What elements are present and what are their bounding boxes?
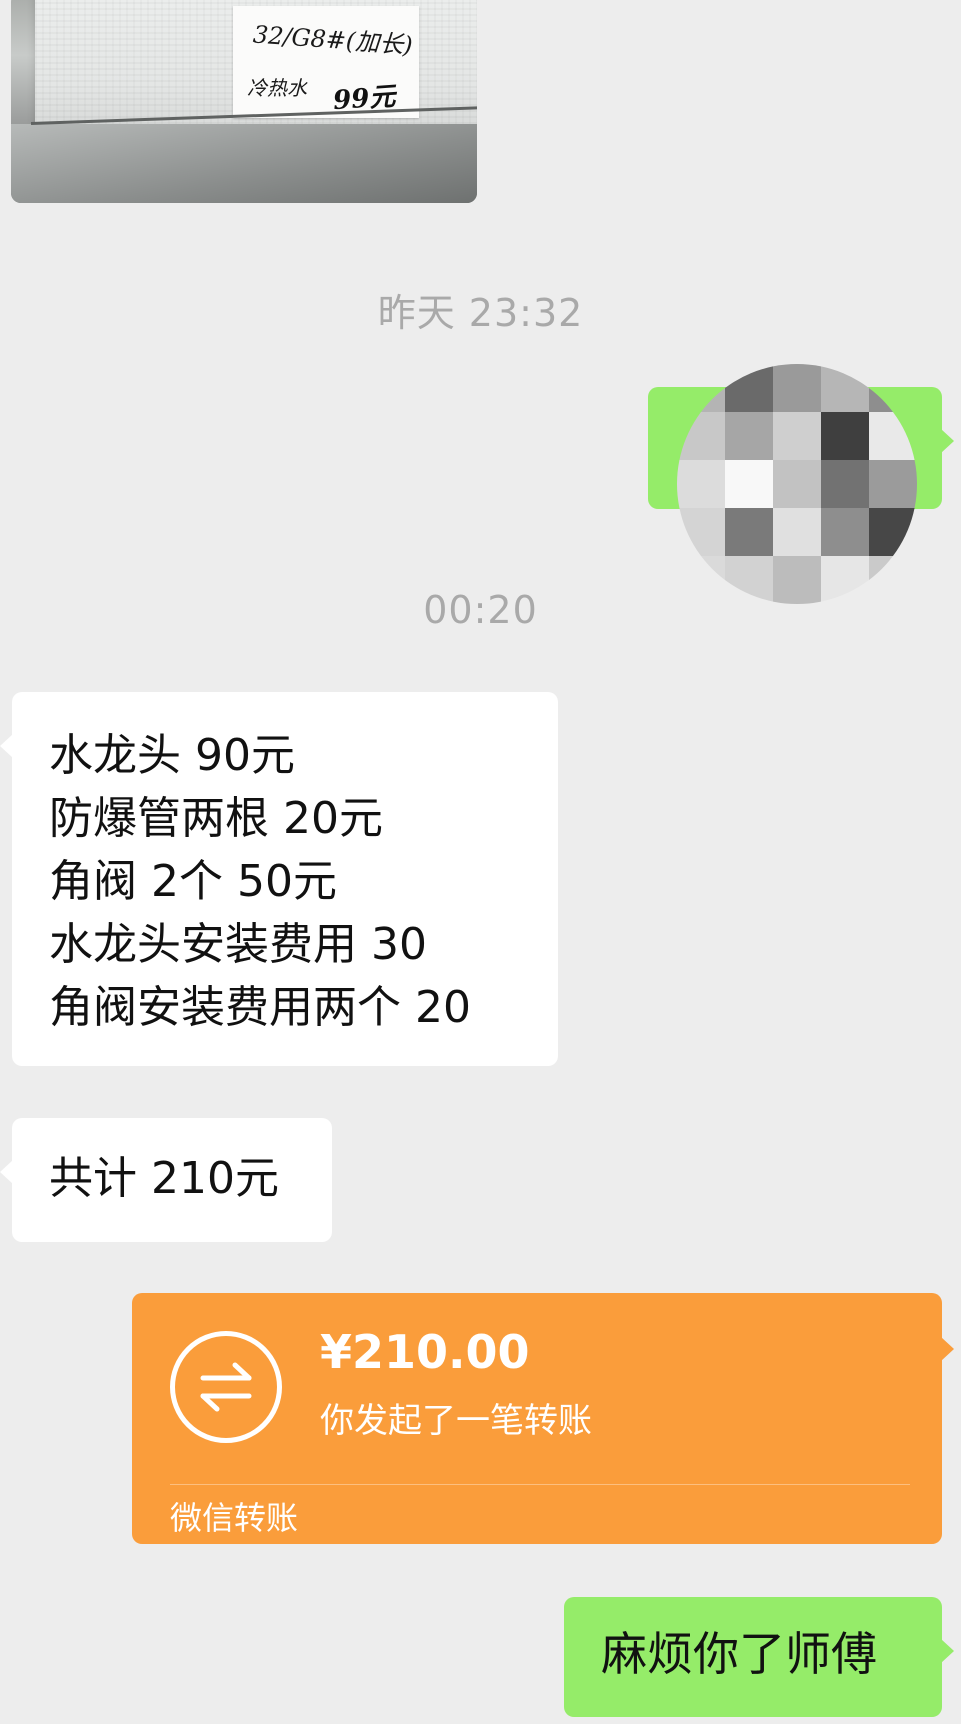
- avatar-mosaic-cell: [869, 460, 917, 508]
- blurred-avatar: [677, 364, 917, 604]
- avatar-mosaic-cell: [725, 460, 773, 508]
- timestamp: 00:20: [423, 588, 538, 632]
- avatar-mosaic-cell: [773, 412, 821, 460]
- transfer-footer-label: 微信转账: [170, 1499, 299, 1537]
- transfer-description: 你发起了一笔转账: [320, 1401, 592, 1441]
- avatar-mosaic-cell: [677, 460, 725, 508]
- message-line: 水龙头 90元: [49, 730, 295, 781]
- avatar-mosaic-cell: [869, 508, 917, 556]
- transfer-card[interactable]: ¥210.00 你发起了一笔转账 微信转账: [132, 1293, 954, 1544]
- avatar-mosaic-cell: [773, 364, 821, 412]
- avatar-mosaic-cell: [821, 508, 869, 556]
- avatar-mosaic-cell: [725, 412, 773, 460]
- avatar-mosaic-cell: [821, 412, 869, 460]
- transfer-amount: ¥210.00: [320, 1325, 530, 1379]
- avatar-mosaic-cell: [725, 508, 773, 556]
- message-line: 水龙头安装费用 30: [49, 919, 427, 970]
- photo-message[interactable]: 32/G8#(加长) 冷热水 99元: [11, 0, 477, 203]
- avatar-mosaic-cell: [677, 508, 725, 556]
- chat-screen: 32/G8#(加长) 冷热水 99元 昨天 23:32 00:20 水龙头 90…: [0, 0, 961, 1724]
- shelf: [11, 124, 477, 203]
- avatar-mosaic-cell: [773, 508, 821, 556]
- product-box: 32/G8#(加长) 冷热水 99元: [35, 0, 477, 124]
- avatar-mosaic-cell: [821, 364, 869, 412]
- sent-message-bubble[interactable]: 麻烦你了师傅: [564, 1597, 954, 1717]
- avatar-mosaic-cell: [725, 364, 773, 412]
- received-message-bubble[interactable]: 共计 210元: [0, 1118, 332, 1242]
- message-line: 防爆管两根 20元: [49, 793, 383, 844]
- message-line: 角阀 2个 50元: [49, 856, 337, 907]
- message-line: 角阀安装费用两个 20: [49, 982, 471, 1033]
- received-message-bubble[interactable]: 水龙头 90元 防爆管两根 20元 角阀 2个 50元 水龙头安装费用 30 角…: [0, 692, 558, 1066]
- label-type-text: 冷热水: [247, 76, 307, 100]
- transfer-arrows-icon: [170, 1331, 282, 1443]
- price-label: 32/G8#(加长) 冷热水 99元: [233, 6, 419, 118]
- avatar-mosaic-cell: [821, 460, 869, 508]
- avatar-mosaic-cell: [773, 460, 821, 508]
- divider: [170, 1484, 910, 1485]
- timestamp: 昨天 23:32: [377, 291, 584, 335]
- label-model-text: 32/G8#(加长): [252, 20, 414, 60]
